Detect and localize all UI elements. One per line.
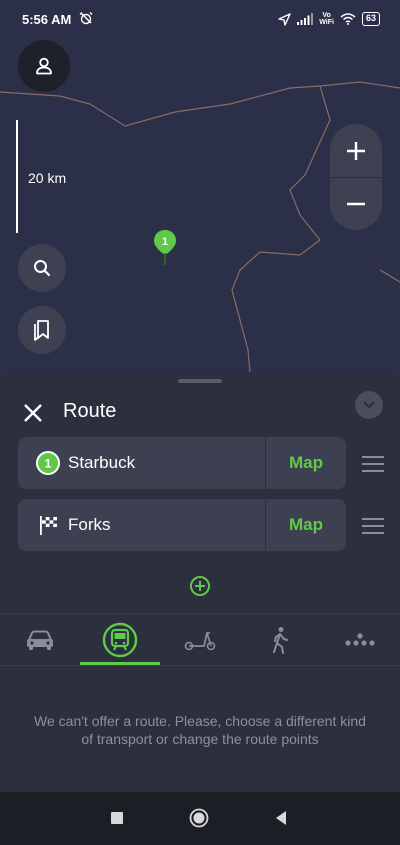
sheet-header: Route bbox=[0, 390, 400, 434]
tab-car[interactable] bbox=[0, 614, 80, 666]
map-scale-bar bbox=[16, 120, 18, 233]
tab-scooter[interactable] bbox=[160, 614, 240, 666]
destination-map-button[interactable]: Map bbox=[266, 515, 346, 535]
route-point-start[interactable]: 1 Starbuck Map bbox=[18, 437, 346, 489]
close-button[interactable] bbox=[18, 398, 48, 428]
zoom-in-button[interactable] bbox=[330, 124, 382, 177]
back-button[interactable] bbox=[271, 808, 291, 828]
plus-circle-icon bbox=[190, 576, 210, 596]
scooter-icon bbox=[184, 632, 216, 651]
transport-tabs bbox=[0, 614, 400, 666]
back-triangle-icon bbox=[276, 811, 286, 825]
search-icon bbox=[34, 260, 51, 277]
walking-icon bbox=[273, 627, 288, 654]
tab-walking[interactable] bbox=[240, 614, 320, 666]
destination-drag-handle[interactable] bbox=[362, 518, 384, 534]
route-point-pin[interactable]: 1 bbox=[152, 229, 178, 267]
route-sheet: Route 1 Starbuck Map Forks Map We can't … bbox=[0, 372, 400, 792]
alarm-off-icon bbox=[79, 11, 93, 28]
search-button[interactable] bbox=[18, 244, 66, 292]
start-point-drag-handle[interactable] bbox=[362, 456, 384, 472]
home-button[interactable] bbox=[189, 808, 209, 828]
chevron-down-icon bbox=[363, 401, 375, 409]
destination-name: Forks bbox=[68, 515, 111, 534]
map-pin-icon: 1 bbox=[154, 230, 176, 265]
tab-more-transport[interactable] bbox=[320, 614, 400, 666]
checkered-flag-icon bbox=[40, 516, 57, 535]
numbered-point-icon: 1 bbox=[36, 451, 60, 475]
sheet-title: Route bbox=[63, 400, 117, 422]
home-circle-icon bbox=[189, 808, 209, 828]
map-scale-label: 20 km bbox=[28, 170, 67, 186]
square-icon bbox=[111, 812, 123, 824]
collapse-button[interactable] bbox=[355, 391, 383, 419]
no-route-message: We can't offer a route. Please, choose a… bbox=[34, 713, 366, 747]
add-point-button[interactable] bbox=[188, 574, 212, 598]
bookmarks-icon bbox=[34, 320, 49, 341]
tab-public-transport[interactable] bbox=[80, 614, 160, 666]
recents-button[interactable] bbox=[107, 808, 127, 828]
system-nav-bar bbox=[0, 792, 400, 845]
status-time: 5:56 AM bbox=[22, 11, 72, 27]
vowifi-top: Vo bbox=[322, 12, 331, 19]
destination-marker bbox=[30, 514, 66, 536]
sheet-grabber[interactable] bbox=[178, 379, 222, 383]
transport-divider-bottom bbox=[0, 665, 400, 666]
user-icon bbox=[36, 57, 52, 75]
route-point-destination[interactable]: Forks Map bbox=[18, 499, 346, 551]
zoom-out-button[interactable] bbox=[330, 177, 382, 230]
start-point-marker: 1 bbox=[30, 450, 66, 476]
status-bar: 5:56 AM Vo WiFi 63 bbox=[0, 0, 400, 38]
minus-icon bbox=[347, 202, 365, 205]
car-icon bbox=[27, 630, 53, 650]
pin-label: 1 bbox=[162, 236, 168, 248]
close-icon bbox=[24, 404, 42, 422]
more-dots-icon bbox=[345, 633, 375, 646]
vowifi-bottom: WiFi bbox=[319, 19, 334, 26]
zoom-divider bbox=[330, 177, 382, 178]
start-point-index: 1 bbox=[45, 457, 52, 471]
battery-indicator: 63 bbox=[361, 12, 380, 26]
signal-icon bbox=[297, 13, 314, 25]
plus-icon bbox=[347, 141, 365, 160]
vowifi-indicator: Vo WiFi bbox=[319, 12, 334, 26]
wifi-icon bbox=[340, 13, 356, 25]
start-point-name: Starbuck bbox=[68, 453, 136, 472]
train-icon bbox=[102, 622, 138, 658]
start-point-map-button[interactable]: Map bbox=[266, 453, 346, 473]
location-arrow-icon bbox=[278, 12, 291, 26]
bookmarks-button[interactable] bbox=[18, 306, 66, 354]
zoom-controls bbox=[330, 124, 382, 230]
profile-button[interactable] bbox=[18, 40, 70, 92]
